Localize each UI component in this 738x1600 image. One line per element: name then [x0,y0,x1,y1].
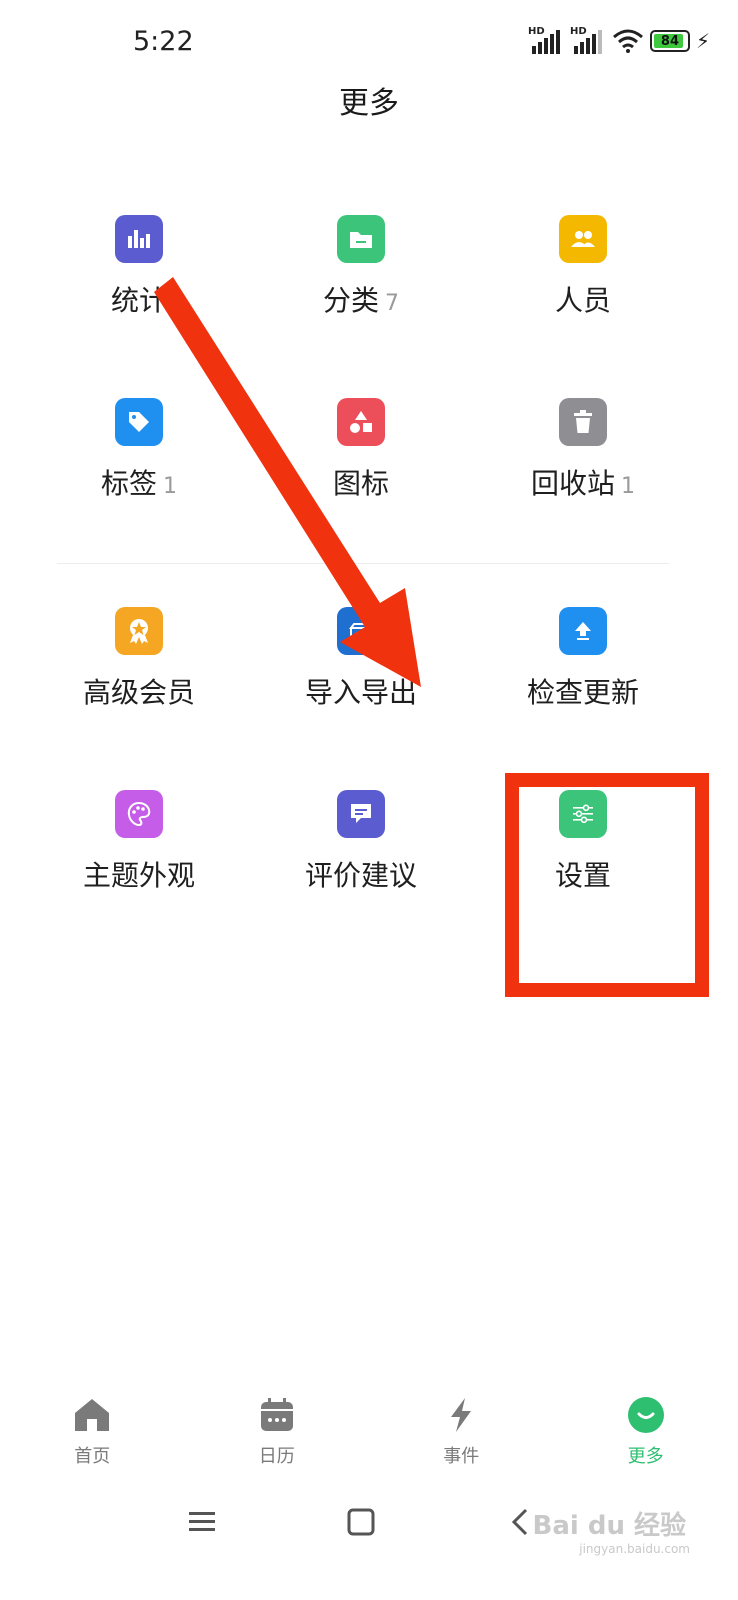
tile-people[interactable]: 人员 [472,177,694,360]
signal-icon: HD [570,26,606,54]
home-button-icon[interactable] [341,1502,381,1542]
tab-calendar[interactable]: 日历 [185,1380,370,1480]
section-divider [57,563,669,564]
tile-count: 7 [385,291,399,316]
annotation-highlight-box [505,773,709,997]
tile-label: 回收站 [530,467,615,500]
status-bar: 5:22 HD HD 84 ⚡ [0,0,738,84]
tile-check-update[interactable]: 检查更新 [472,569,694,752]
tile-import-export[interactable]: 导入导出 [250,569,472,752]
tab-events[interactable]: 事件 [369,1380,554,1480]
page-title: 更多 [339,86,399,121]
badge-icon [115,607,163,655]
tile-label: 图标 [332,467,389,500]
tile-label: 统计 [110,284,167,317]
tile-recycle-bin[interactable]: 回收站 1 [472,360,694,543]
shapes-icon [337,398,385,446]
tab-home[interactable]: 首页 [0,1380,185,1480]
tile-count: 1 [163,474,177,499]
import-export-icon [337,607,385,655]
tile-label: 分类 [322,284,379,317]
folder-icon [337,215,385,263]
trash-icon [559,398,607,446]
tab-label: 事件 [443,1446,480,1467]
tile-label: 人员 [554,284,611,317]
battery-level: 84 [660,33,679,49]
grid-row: 统计 分类 7 人员 [28,177,694,360]
tile-label: 评价建议 [304,859,417,892]
bottom-tab-bar: 首页 日历 事件 更多 [0,1380,738,1480]
comment-icon [337,790,385,838]
watermark-url: jingyan.baidu.com [579,1542,690,1556]
tile-icons[interactable]: 图标 [250,360,472,543]
tab-label: 日历 [258,1446,295,1467]
upload-icon [559,607,607,655]
tile-statistics[interactable]: 统计 [28,177,250,360]
tile-label: 标签 [100,467,157,500]
tile-label: 主题外观 [82,859,195,892]
bar-chart-icon [115,215,163,263]
status-time: 5:22 [133,26,194,57]
status-icons: HD HD 84 ⚡ [528,26,710,54]
palette-icon [115,790,163,838]
grid-row: 高级会员 导入导出 检查更新 [28,569,694,752]
watermark: Bai du 经验 [532,1511,687,1541]
battery-icon: 84 [649,30,690,52]
tile-feedback[interactable]: 评价建议 [250,752,472,935]
tile-premium[interactable]: 高级会员 [28,569,250,752]
tab-label: 首页 [74,1446,111,1467]
grid-row: 标签 1 图标 回收站 1 [28,360,694,543]
tab-label: 更多 [627,1446,664,1467]
more-grid-primary: 统计 分类 7 人员 标签 1 图标 回收站 1 [28,177,694,543]
tile-label: 导入导出 [304,676,417,709]
charging-icon: ⚡ [695,29,710,53]
tile-categories[interactable]: 分类 7 [250,177,472,360]
signal-icon: HD [528,26,564,54]
menu-icon[interactable] [182,1502,222,1542]
tab-more[interactable]: 更多 [554,1380,738,1480]
lightning-icon [440,1394,482,1436]
tile-label: 检查更新 [526,676,639,709]
tile-theme[interactable]: 主题外观 [28,752,250,935]
tag-icon [115,398,163,446]
tile-count: 1 [621,474,635,499]
wifi-icon [612,29,643,53]
home-icon [71,1394,113,1436]
calendar-icon [256,1394,298,1436]
tile-label: 高级会员 [82,676,195,709]
tile-tags[interactable]: 标签 1 [28,360,250,543]
people-icon [559,215,607,263]
more-smile-icon [625,1394,667,1436]
